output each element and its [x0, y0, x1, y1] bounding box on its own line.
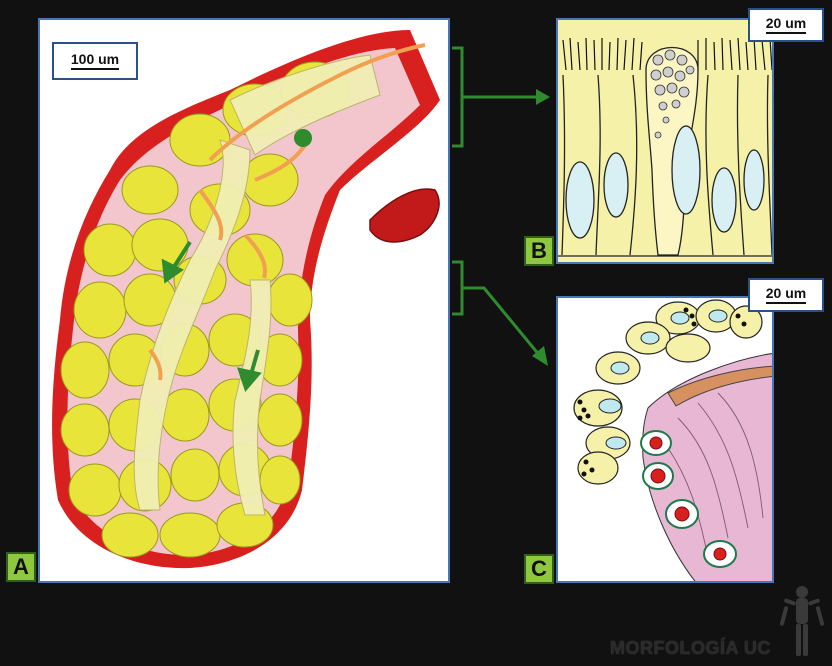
brand-wordmark: MORFOLOGÍA UC	[610, 638, 771, 658]
connector-arrowhead-b	[536, 89, 550, 105]
connector-overlay	[452, 46, 550, 366]
connector-bracket-b	[452, 46, 540, 148]
connector-bracket-c	[452, 260, 542, 357]
anatomy-figure-icon	[779, 586, 825, 656]
